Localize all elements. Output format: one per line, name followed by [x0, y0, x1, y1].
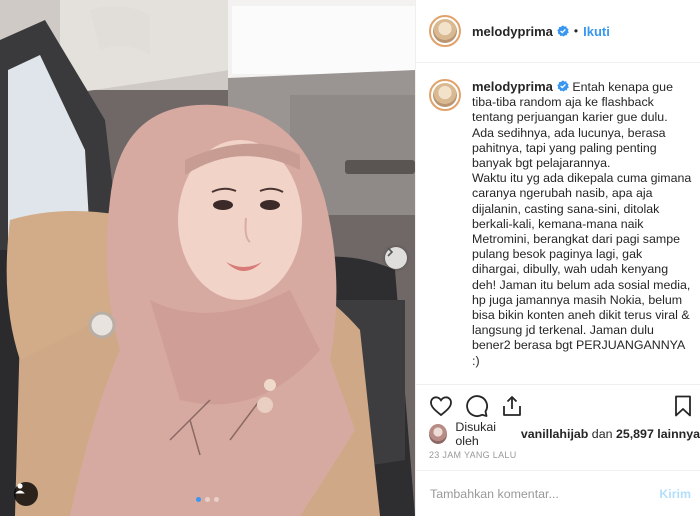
- post-timestamp[interactable]: 23 JAM YANG LALU: [429, 450, 517, 460]
- separator-dot: •: [573, 24, 579, 38]
- caption-username[interactable]: melodyprima: [472, 79, 553, 94]
- follow-button[interactable]: Ikuti: [583, 24, 610, 39]
- selfie-image: [0, 0, 415, 516]
- carousel-dot-active: [196, 497, 201, 502]
- user-tag-button[interactable]: [14, 482, 38, 506]
- liker-avatar[interactable]: [429, 424, 448, 444]
- carousel-dot: [205, 497, 210, 502]
- comments-section: melodyprima Entah kenapa gue tiba-tiba r…: [416, 64, 700, 384]
- post-photo[interactable]: [0, 0, 415, 516]
- caption-text: melodyprima Entah kenapa gue tiba-tiba r…: [472, 79, 692, 369]
- caption-avatar[interactable]: [429, 79, 461, 111]
- likes-summary: Disukai oleh vanillahijab dan 25,897 lai…: [429, 420, 700, 448]
- comment-icon[interactable]: [465, 394, 489, 418]
- carousel-dots: [196, 497, 219, 502]
- caption-body: Entah kenapa gue tiba-tiba random aja ke…: [472, 80, 692, 368]
- caption-row: melodyprima Entah kenapa gue tiba-tiba r…: [429, 79, 700, 369]
- share-icon[interactable]: [500, 394, 524, 418]
- likes-suffix[interactable]: lainnya: [657, 427, 700, 441]
- carousel-dot: [214, 497, 219, 502]
- verified-badge-icon: [557, 25, 569, 37]
- post-comment-button[interactable]: Kirim: [659, 487, 691, 501]
- post-header: melodyprima • Ikuti: [416, 0, 700, 63]
- verified-badge-icon: [557, 80, 569, 92]
- next-slide-button[interactable]: [385, 247, 407, 269]
- comment-input[interactable]: [430, 484, 630, 504]
- bookmark-icon[interactable]: [671, 394, 695, 418]
- likes-count[interactable]: 25,897: [616, 427, 654, 441]
- chevron-right-icon: [387, 247, 394, 257]
- likes-user[interactable]: vanillahijab: [521, 427, 588, 441]
- heart-icon[interactable]: [429, 394, 453, 418]
- header-username[interactable]: melodyprima: [472, 24, 553, 39]
- add-comment-bar: Kirim: [416, 470, 700, 516]
- post-details-panel: melodyprima • Ikuti melodyprima Entah ke…: [415, 0, 700, 516]
- action-bar: [416, 384, 700, 424]
- avatar[interactable]: [429, 15, 461, 47]
- likes-prefix: Disukai oleh: [455, 420, 497, 448]
- likes-middle: dan: [591, 427, 613, 441]
- user-tag-icon: [15, 483, 25, 494]
